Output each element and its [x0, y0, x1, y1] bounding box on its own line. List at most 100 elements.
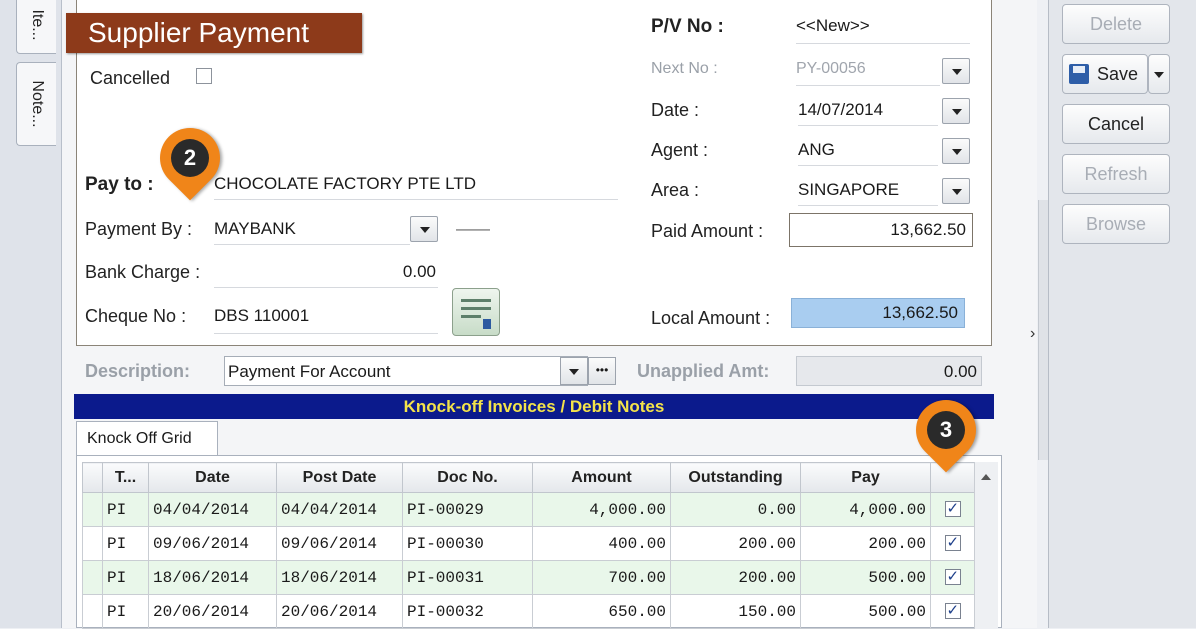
knockoff-section-title: Knock-off Invoices / Debit Notes: [74, 394, 994, 419]
tab-note[interactable]: Note...: [16, 62, 56, 146]
payment-by-label: Payment By :: [85, 219, 193, 239]
cheque-no-label: Cheque No :: [85, 306, 187, 326]
cell-outstanding: 0.00: [670, 492, 801, 527]
scroll-up-icon[interactable]: [981, 474, 991, 480]
grid-scrollbar[interactable]: [974, 462, 998, 628]
description-label: Description:: [85, 361, 191, 381]
callout-marker-3-number: 3: [927, 411, 965, 449]
bank-charge-label: Bank Charge :: [85, 262, 201, 282]
grid-col-select[interactable]: [930, 462, 975, 493]
cheque-no-field[interactable]: DBS 110001: [214, 306, 438, 334]
description-field[interactable]: Payment For Account: [224, 356, 588, 386]
cancelled-checkbox[interactable]: [196, 68, 212, 84]
row-indicator: [82, 560, 103, 595]
cell-date: 04/04/2014: [148, 492, 277, 527]
grid-col-indicator[interactable]: [82, 462, 103, 493]
description-more-button[interactable]: •••: [588, 357, 616, 385]
cancelled-label: Cancelled: [90, 68, 171, 88]
panel-splitter[interactable]: [1038, 200, 1048, 460]
cell-pay[interactable]: 500.00: [800, 560, 931, 595]
row-select-checkbox[interactable]: [944, 567, 961, 586]
cell-doc-no: PI-00031: [402, 560, 533, 595]
unapplied-amount-value: 0.00: [943, 362, 977, 381]
cell-pay[interactable]: 500.00: [800, 594, 931, 629]
cell-type: PI: [102, 492, 149, 527]
cheque-calculator-icon[interactable]: [452, 288, 500, 336]
date-field[interactable]: 14/07/2014: [798, 100, 938, 126]
table-row[interactable]: PI 09/06/2014 09/06/2014 PI-00030 400.00…: [82, 526, 975, 561]
payment-by-field[interactable]: MAYBANK: [214, 219, 410, 245]
table-row[interactable]: PI 04/04/2014 04/04/2014 PI-00029 4,000.…: [82, 492, 975, 527]
grid-col-date[interactable]: Date: [148, 462, 277, 493]
grid-col-outstanding[interactable]: Outstanding: [670, 462, 801, 493]
save-label: Save: [1097, 64, 1139, 84]
cell-type: PI: [102, 594, 149, 629]
cell-type: PI: [102, 560, 149, 595]
splitter-arrow-icon[interactable]: ›: [1030, 325, 1035, 343]
cell-doc-no: PI-00032: [402, 594, 533, 629]
grid-col-post-date[interactable]: Post Date: [276, 462, 403, 493]
chevron-down-icon: [1154, 72, 1164, 78]
area-field[interactable]: SINGAPORE: [798, 180, 938, 206]
unapplied-amount-label: Unapplied Amt:: [637, 361, 770, 381]
cancel-button[interactable]: Cancel: [1062, 104, 1170, 144]
description-dropdown[interactable]: [560, 357, 588, 385]
next-no-dropdown[interactable]: [942, 58, 970, 84]
next-no-label: Next No :: [651, 60, 718, 77]
grid-col-amount[interactable]: Amount: [532, 462, 671, 493]
cell-outstanding: 150.00: [670, 594, 801, 629]
grid-col-type[interactable]: T...: [102, 462, 149, 493]
next-no-field: PY-00056: [796, 60, 940, 86]
page-title: Supplier Payment: [66, 13, 362, 53]
pay-to-label: Pay to :: [85, 174, 154, 195]
cell-amount: 700.00: [532, 560, 671, 595]
row-select-checkbox[interactable]: [944, 499, 961, 518]
table-row[interactable]: PI 20/06/2014 20/06/2014 PI-00032 650.00…: [82, 594, 975, 629]
agent-label: Agent :: [651, 140, 709, 160]
cell-outstanding: 200.00: [670, 560, 801, 595]
row-indicator: [82, 492, 103, 527]
browse-button[interactable]: Browse: [1062, 204, 1170, 244]
area-dropdown[interactable]: [942, 178, 970, 204]
action-panel: [1048, 0, 1196, 628]
cell-outstanding: 200.00: [670, 526, 801, 561]
grid-col-pay[interactable]: Pay: [800, 462, 931, 493]
row-select-checkbox[interactable]: [944, 533, 961, 552]
date-label: Date :: [651, 100, 700, 120]
save-options-dropdown[interactable]: [1148, 54, 1170, 94]
grid-col-doc-no[interactable]: Doc No.: [402, 462, 533, 493]
agent-dropdown[interactable]: [942, 138, 970, 164]
delete-button[interactable]: Delete: [1062, 4, 1170, 44]
table-row[interactable]: PI 18/06/2014 18/06/2014 PI-00031 700.00…: [82, 560, 975, 595]
agent-field[interactable]: ANG: [798, 140, 938, 166]
cell-post-date: 18/06/2014: [276, 560, 403, 595]
refresh-button[interactable]: Refresh: [1062, 154, 1170, 194]
knockoff-grid: T... Date Post Date Doc No. Amount Outst…: [82, 462, 975, 629]
paid-amount-field[interactable]: 13,662.50: [789, 213, 973, 247]
local-amount-field: 13,662.50: [791, 298, 965, 328]
save-disk-icon: [1069, 64, 1089, 84]
tab-note-label: Note...: [28, 80, 46, 128]
cell-amount: 400.00: [532, 526, 671, 561]
cell-date: 09/06/2014: [148, 526, 277, 561]
paid-amount-label: Paid Amount :: [651, 221, 764, 241]
cell-pay[interactable]: 4,000.00: [800, 492, 931, 527]
row-indicator: [82, 594, 103, 629]
cell-type: PI: [102, 526, 149, 561]
cell-amount: 650.00: [532, 594, 671, 629]
save-button[interactable]: Save: [1062, 54, 1148, 94]
row-select-checkbox[interactable]: [944, 601, 961, 620]
payment-by-dropdown[interactable]: [410, 216, 438, 242]
pv-no-label: P/V No :: [651, 16, 724, 37]
tab-items-label: Ite...: [28, 9, 46, 41]
pay-to-field[interactable]: CHOCOLATE FACTORY PTE LTD: [214, 174, 618, 200]
pv-no-field[interactable]: <<New>>: [796, 16, 970, 44]
cell-pay[interactable]: 200.00: [800, 526, 931, 561]
cell-date: 18/06/2014: [148, 560, 277, 595]
date-dropdown[interactable]: [942, 98, 970, 124]
cell-date: 20/06/2014: [148, 594, 277, 629]
tab-items[interactable]: Ite...: [16, 0, 56, 54]
cell-post-date: 04/04/2014: [276, 492, 403, 527]
tab-knock-off-grid[interactable]: Knock Off Grid: [76, 421, 218, 455]
bank-charge-field[interactable]: 0.00: [214, 262, 438, 288]
